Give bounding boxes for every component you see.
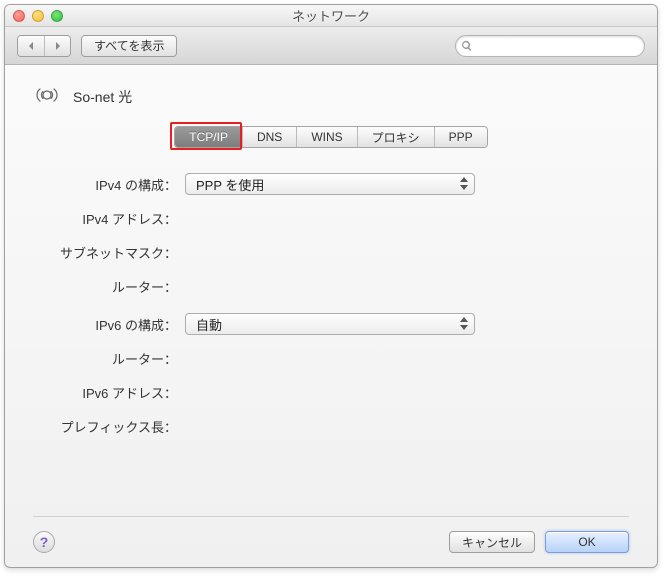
cancel-button[interactable]: キャンセル	[449, 531, 535, 553]
forward-button[interactable]	[44, 36, 70, 56]
form-area: IPv4 の構成： PPP を使用 IPv4 アドレス： サブネットマスク： ル…	[33, 172, 629, 516]
help-button[interactable]: ?	[33, 531, 55, 553]
ipv6-config-select[interactable]: 自動	[185, 313, 475, 335]
prefix-label: プレフィックス長：	[33, 417, 185, 436]
window-title: ネットワーク	[5, 6, 657, 25]
search-input[interactable]	[455, 35, 645, 57]
content: So-net 光 TCP/IP DNS WINS プロキシ PPP IPv4 の…	[5, 65, 657, 567]
titlebar: ネットワーク	[5, 5, 657, 27]
ipv4-config-select[interactable]: PPP を使用	[185, 173, 475, 195]
nav-segment	[17, 35, 71, 57]
ok-button[interactable]: OK	[545, 531, 629, 553]
tab-wins[interactable]: WINS	[296, 127, 356, 147]
ipv6-address-label: IPv6 アドレス：	[33, 383, 185, 402]
router2-label: ルーター：	[33, 349, 185, 368]
tab-proxy[interactable]: プロキシ	[357, 127, 434, 147]
tab-bar: TCP/IP DNS WINS プロキシ PPP	[174, 126, 487, 148]
connection-name: So-net 光	[73, 87, 132, 107]
ipv4-address-label: IPv4 アドレス：	[33, 209, 185, 228]
ipv4-config-label: IPv4 の構成：	[33, 175, 185, 194]
footer: ? キャンセル OK	[33, 516, 629, 553]
ipv6-config-label: IPv6 の構成：	[33, 315, 185, 334]
tab-dns[interactable]: DNS	[242, 127, 296, 147]
router-label: ルーター：	[33, 277, 185, 296]
connection-icon	[33, 85, 61, 108]
tab-tcpip[interactable]: TCP/IP	[175, 127, 242, 147]
search-icon	[461, 40, 473, 52]
chevron-updown-icon	[460, 317, 468, 330]
connection-header: So-net 光	[33, 85, 629, 108]
tab-ppp[interactable]: PPP	[434, 127, 487, 147]
subnet-label: サブネットマスク：	[33, 243, 185, 262]
preferences-window: ネットワーク すべてを表示 So-net 光 TCP/IP DNS	[4, 4, 658, 568]
back-button[interactable]	[18, 36, 44, 56]
toolbar: すべてを表示	[5, 27, 657, 65]
chevron-updown-icon	[460, 177, 468, 190]
show-all-button[interactable]: すべてを表示	[81, 35, 177, 57]
